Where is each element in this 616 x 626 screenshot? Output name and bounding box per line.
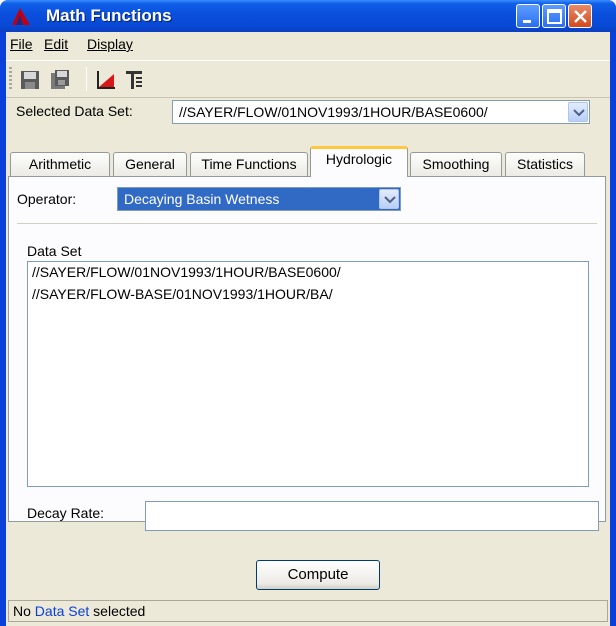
selected-data-set-combo[interactable]: //SAYER/FLOW/01NOV1993/1HOUR/BASE0600/ — [172, 100, 590, 124]
operator-value: Decaying Basin Wetness — [124, 191, 280, 207]
tab-time-functions[interactable]: Time Functions — [190, 152, 308, 176]
toolbar — [6, 60, 610, 98]
status-text: No Data Set selected — [13, 603, 146, 619]
operator-label: Operator: — [17, 191, 77, 207]
data-set-label: Data Set — [27, 243, 82, 259]
minimize-button[interactable] — [516, 4, 540, 28]
status-bar: No Data Set selected — [8, 600, 608, 622]
selected-data-set-label: Selected Data Set: — [16, 103, 133, 119]
chevron-down-icon — [384, 196, 396, 204]
close-icon — [574, 10, 587, 23]
operator-combo[interactable]: Decaying Basin Wetness — [117, 187, 401, 211]
tab-statistics[interactable]: Statistics — [505, 152, 585, 176]
chevron-down-icon — [573, 109, 585, 117]
list-item[interactable]: //SAYER/FLOW/01NOV1993/1HOUR/BASE0600/ — [32, 264, 341, 280]
tab-hydrologic[interactable]: Hydrologic — [310, 146, 408, 177]
selected-data-set-value: //SAYER/FLOW/01NOV1993/1HOUR/BASE0600/ — [179, 104, 488, 120]
tab-smoothing[interactable]: Smoothing — [410, 152, 502, 176]
decay-rate-input[interactable] — [145, 501, 599, 531]
save-icon[interactable] — [18, 68, 42, 92]
plot-icon[interactable] — [94, 68, 118, 92]
menu-file[interactable]: File — [10, 36, 33, 52]
maximize-button[interactable] — [542, 4, 566, 28]
status-highlight: Data Set — [34, 603, 90, 619]
decay-rate-label: Decay Rate: — [27, 505, 105, 521]
hydrologic-panel: Operator: Decaying Basin Wetness Data Se… — [8, 176, 606, 531]
title-bar[interactable]: Math Functions — [0, 0, 616, 32]
tab-general[interactable]: General — [113, 152, 187, 176]
list-item[interactable]: //SAYER/FLOW-BASE/01NOV1993/1HOUR/BA/ — [32, 286, 333, 302]
data-set-list[interactable]: //SAYER/FLOW/01NOV1993/1HOUR/BASE0600/ /… — [27, 261, 589, 487]
tabulate-icon[interactable] — [122, 68, 146, 92]
operator-dropdown-button[interactable] — [379, 189, 399, 209]
math-functions-window: Math Functions File Edit Display Selecte… — [0, 0, 616, 626]
maximize-icon — [547, 9, 562, 24]
save-as-icon[interactable] — [48, 68, 72, 92]
menu-display[interactable]: Display — [87, 36, 133, 52]
menu-bar: File Edit Display — [6, 32, 610, 58]
menu-edit[interactable]: Edit — [44, 36, 68, 52]
app-icon — [12, 8, 30, 25]
selected-data-set-dropdown-button[interactable] — [568, 102, 588, 122]
window-client-area: File Edit Display Selected Data Set: //S… — [6, 32, 610, 626]
function-tabs: Arithmetic General Time Functions Hydrol… — [8, 146, 610, 177]
close-button[interactable] — [568, 4, 592, 28]
window-title: Math Functions — [46, 6, 172, 25]
toolbar-grip[interactable] — [9, 67, 12, 91]
separator-line — [17, 223, 597, 224]
minimize-icon — [523, 20, 531, 23]
toolbar-separator — [86, 67, 87, 91]
compute-button[interactable]: Compute — [256, 560, 380, 590]
tab-arithmetic[interactable]: Arithmetic — [10, 152, 110, 176]
